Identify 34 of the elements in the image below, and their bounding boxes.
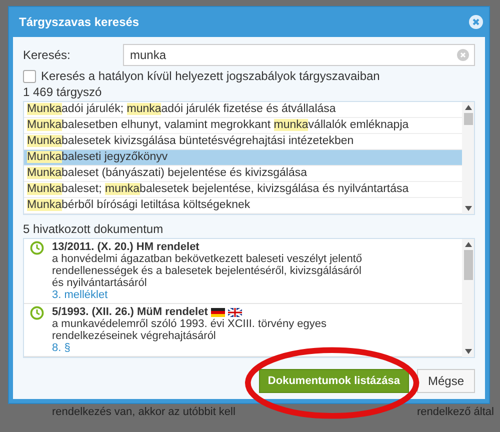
keyword-item[interactable]: Munkabaleset (bányászati) bejelentése és kivizsgálása (24, 166, 462, 182)
checkbox-label: Keresés a hatályon kívül helyezett jogszabályok tárgyszavaiban (41, 69, 380, 83)
search-field[interactable]: munka (123, 44, 475, 66)
background-text: rendelkezés van, akkor az utóbbit kell (52, 406, 236, 418)
close-icon[interactable] (469, 15, 483, 29)
scroll-down-icon[interactable] (464, 206, 472, 211)
dialog-title: Tárgyszavas keresés (19, 15, 140, 29)
background-text: rendelkező által (416, 406, 494, 418)
scrollbar[interactable] (462, 239, 474, 357)
document-title[interactable]: 13/2011. (X. 20.) HM rendelet (52, 241, 200, 253)
keyword-item[interactable]: Munkaadói járulék; munkaadói járulék fizetése és átvállalása (24, 102, 462, 118)
british-flag-icon (228, 308, 242, 316)
scroll-up-icon[interactable] (464, 105, 472, 110)
document-title[interactable]: 5/1993. (XII. 26.) MüM rendelet (52, 306, 208, 318)
document-description: a munkavédelemről szóló 1993. évi XCIII. törvény egyes rendelkezéseinek végrehajtásáról (52, 318, 328, 342)
keyword-item[interactable]: Munkabaleseti jegyzőkönyv (24, 150, 462, 166)
checkbox[interactable] (23, 70, 36, 82)
clock-icon (30, 241, 44, 255)
document-description: a honvédelmi ágazatban bekövetkezett baleseti veszélyt jelentő rendellenességek és a balesetek bejelentéséről, kivizsgálásáról és nyilvántartásáról (52, 253, 364, 289)
scroll-down-icon[interactable] (464, 349, 472, 354)
keyword-item[interactable]: Munkabalesetben elhunyt, valamint megrokkant munkavállalók emléknapja (24, 118, 462, 134)
scroll-up-icon[interactable] (464, 242, 472, 247)
clock-icon (30, 306, 44, 320)
documents-count: 5 hivatkozott dokumentum (23, 222, 164, 236)
scroll-thumb[interactable] (464, 250, 472, 280)
document-link[interactable]: 8. § (52, 342, 372, 354)
keyword-item[interactable]: Munkabérből bírósági letiltása költségeknek (24, 198, 462, 214)
document-link[interactable]: 3. melléklet (52, 289, 372, 301)
german-flag-icon (210, 308, 225, 316)
keyword-count: 1 469 tárgyszó (23, 85, 103, 99)
keyword-item[interactable]: Munkabaleset; munkabalesetek bejelentése, kivizsgálása és nyilvántartása (24, 182, 462, 198)
cancel-button[interactable]: Mégse (416, 369, 475, 393)
search-label: Keresés: (23, 48, 72, 62)
scroll-thumb[interactable] (464, 113, 472, 125)
